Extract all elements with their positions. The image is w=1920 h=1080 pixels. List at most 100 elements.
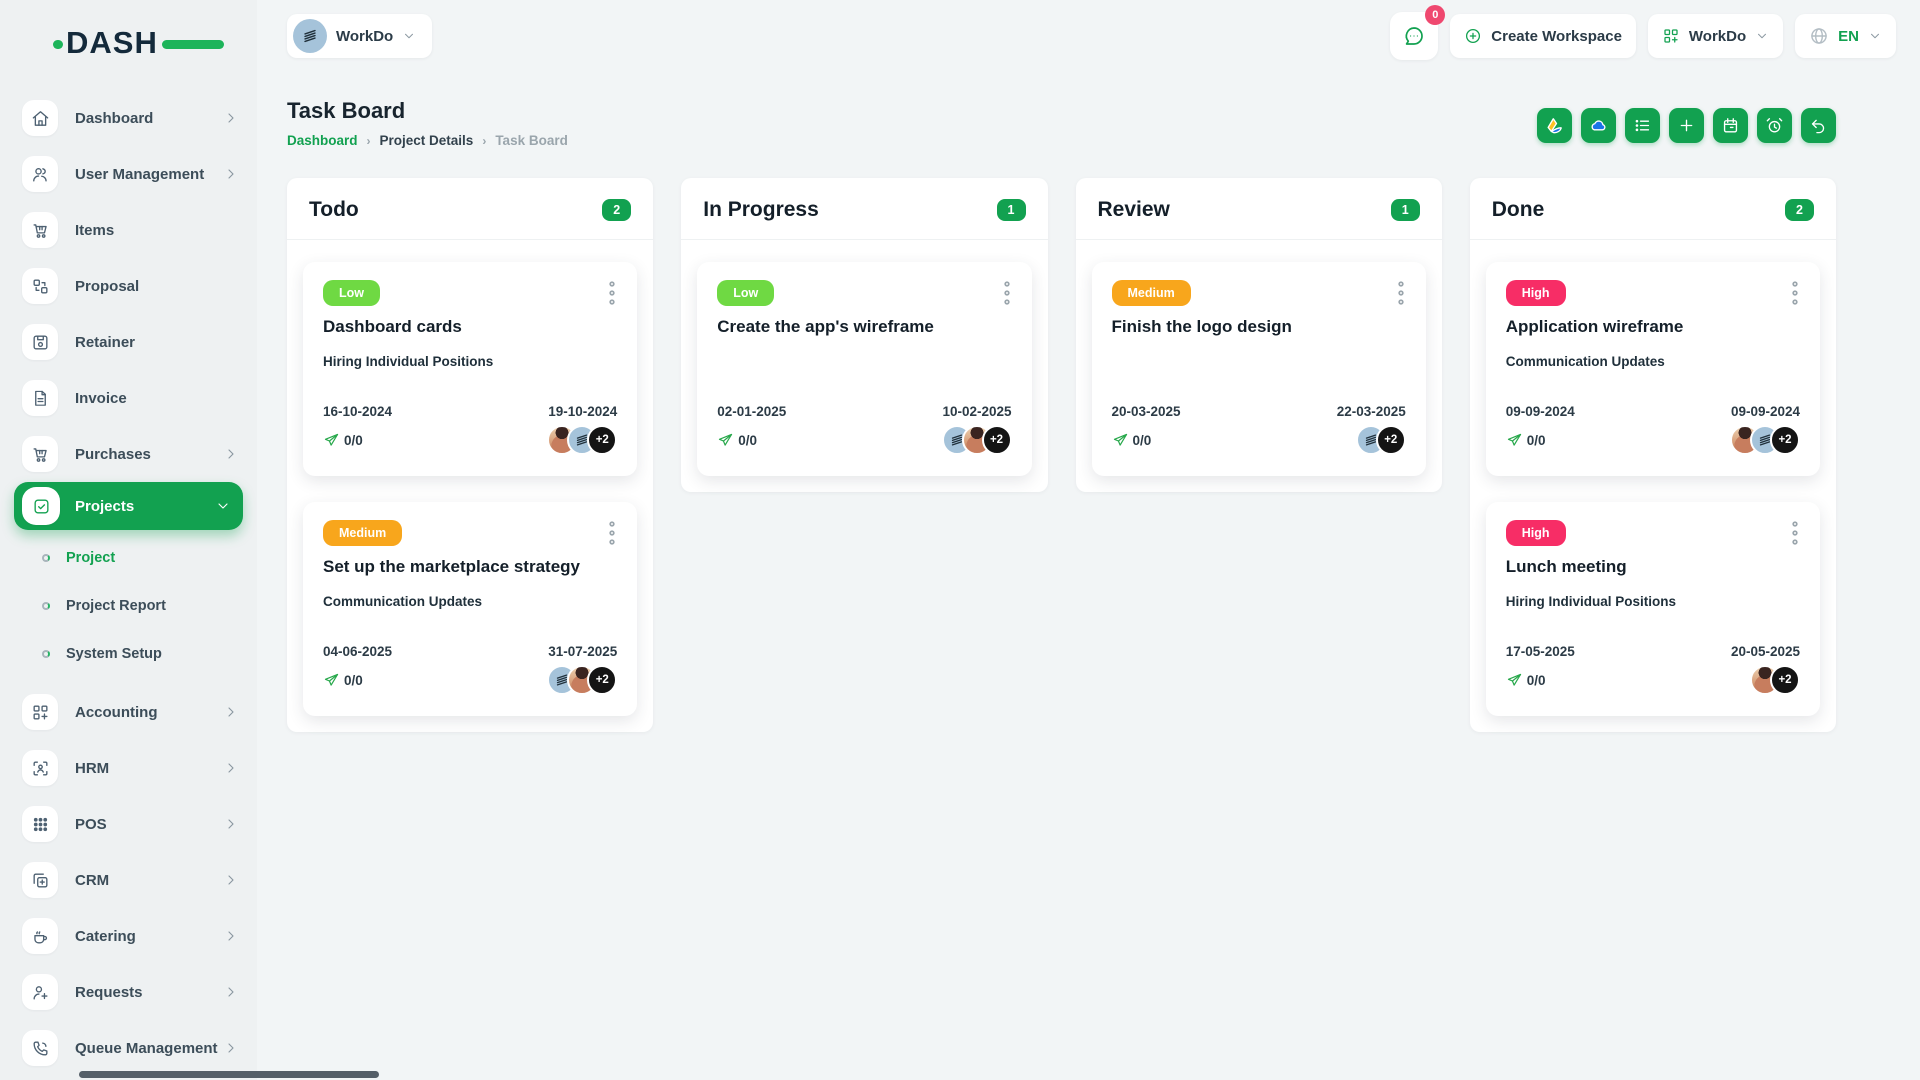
one-drive-button[interactable] xyxy=(1581,108,1616,143)
sidebar-subitem-label: Project xyxy=(66,550,116,566)
task-card-lunch-meeting[interactable]: High Lunch meeting Hiring Individual Pos… xyxy=(1485,502,1820,716)
sidebar-subitem-project-report[interactable]: Project Report xyxy=(0,582,257,630)
kanban-column-done: Done 2 High Application wireframe Commun… xyxy=(1469,178,1836,732)
avatar-more[interactable]: +2 xyxy=(1770,665,1800,695)
sidebar-item-accounting[interactable]: Accounting xyxy=(0,684,257,740)
card-menu-kebab-icon[interactable] xyxy=(603,520,621,546)
sidebar-item-label: Requests xyxy=(75,983,143,1001)
send-icon xyxy=(323,432,340,449)
file-icon xyxy=(22,380,58,416)
send-icon xyxy=(1506,432,1523,449)
sidebar-menu: Dashboard User Management Items Proposal… xyxy=(0,90,257,1076)
sidebar-item-label: Queue Management xyxy=(75,1039,218,1057)
breadcrumb-separator: › xyxy=(366,133,371,148)
card-menu-kebab-icon[interactable] xyxy=(998,280,1016,306)
breadcrumb-project-details[interactable]: Project Details xyxy=(380,133,474,148)
timer-button[interactable] xyxy=(1757,108,1792,143)
avatar-more[interactable]: +2 xyxy=(587,665,618,695)
task-start-date: 20-03-2025 xyxy=(1111,404,1181,419)
back-button[interactable] xyxy=(1801,108,1836,143)
chat-icon xyxy=(1402,24,1426,48)
card-menu-kebab-icon[interactable] xyxy=(603,280,621,306)
card-menu-kebab-icon[interactable] xyxy=(1392,280,1410,306)
sidebar-item-label: Purchases xyxy=(75,445,151,463)
avatar-more[interactable]: +2 xyxy=(587,425,618,455)
sidebar-item-label: POS xyxy=(75,815,107,833)
task-end-date: 31-07-2025 xyxy=(548,644,618,659)
globe-icon xyxy=(1809,26,1829,46)
breadcrumb: Dashboard › Project Details › Task Board xyxy=(287,133,568,148)
add-task-button[interactable] xyxy=(1669,108,1704,143)
sidebar-subitem-project[interactable]: Project xyxy=(0,534,257,582)
sidebar-item-projects[interactable]: Projects xyxy=(14,482,243,530)
task-title: Application wireframe xyxy=(1505,317,1684,336)
bullet-icon xyxy=(42,554,50,562)
topbar: WorkDo 0 Create Workspace WorkDo EN xyxy=(257,0,1920,72)
sidebar-submenu: Project Project Report System Setup xyxy=(0,530,257,684)
logo-dash-bar xyxy=(162,40,224,49)
task-card-create-the-app-s-wireframe[interactable]: Low Create the app's wireframe 02-01-202… xyxy=(697,262,1032,476)
task-progress: 0/0 xyxy=(323,432,363,449)
sidebar-subitem-system-setup[interactable]: System Setup xyxy=(0,630,257,678)
chevron-right-icon xyxy=(223,872,239,888)
avatar-more[interactable]: +2 xyxy=(981,425,1012,455)
home-icon xyxy=(22,100,58,136)
sidebar-item-purchases[interactable]: Purchases xyxy=(0,426,257,482)
sidebar-item-invoice[interactable]: Invoice xyxy=(0,370,257,426)
task-progress: 0/0 xyxy=(717,432,757,449)
sidebar-item-label: User Management xyxy=(75,165,205,183)
priority-badge: Medium xyxy=(1111,280,1191,306)
column-title: Todo xyxy=(309,198,359,221)
list-icon xyxy=(1633,116,1652,135)
messenger-button[interactable]: 0 xyxy=(1390,5,1446,60)
sidebar-item-requests[interactable]: Requests xyxy=(0,964,257,1020)
sidebar-item-hrm[interactable]: HRM xyxy=(0,740,257,796)
sidebar-item-user-management[interactable]: User Management xyxy=(0,146,257,202)
send-icon xyxy=(323,672,340,689)
task-end-date: 22-03-2025 xyxy=(1336,404,1406,419)
main-content: Task Board Dashboard › Project Details ›… xyxy=(257,72,1920,1080)
task-milestone: Hiring Individual Positions xyxy=(1505,594,1677,609)
task-card-finish-the-logo-design[interactable]: Medium Finish the logo design 20-03-2025… xyxy=(1091,262,1426,476)
task-progress: 0/0 xyxy=(323,672,363,689)
column-count-badge: 1 xyxy=(996,199,1026,221)
send-icon xyxy=(1506,672,1523,689)
chevron-right-icon xyxy=(223,816,239,832)
avatar-more[interactable]: +2 xyxy=(1770,425,1800,455)
workspace-name: WorkDo xyxy=(336,27,394,45)
task-card-dashboard-cards[interactable]: Low Dashboard cards Hiring Individual Po… xyxy=(303,262,638,476)
users-icon xyxy=(22,156,58,192)
create-workspace-button[interactable]: Create Workspace xyxy=(1450,14,1636,58)
sidebar-item-crm[interactable]: CRM xyxy=(0,852,257,908)
card-menu-kebab-icon[interactable] xyxy=(1786,280,1804,306)
avatar-more[interactable]: +2 xyxy=(1375,425,1406,455)
card-menu-kebab-icon[interactable] xyxy=(1786,520,1804,546)
list-view-button[interactable] xyxy=(1625,108,1660,143)
sidebar-item-dashboard[interactable]: Dashboard xyxy=(0,90,257,146)
calendar-button[interactable] xyxy=(1713,108,1748,143)
undo-icon xyxy=(1809,116,1828,135)
task-start-date: 09-09-2024 xyxy=(1505,404,1575,419)
task-progress-count: 0/0 xyxy=(1526,672,1546,688)
language-selector[interactable]: EN xyxy=(1795,14,1896,58)
task-card-application-wireframe[interactable]: High Application wireframe Communication… xyxy=(1485,262,1820,476)
workdo-apps-menu[interactable]: WorkDo xyxy=(1647,14,1784,58)
sidebar-item-proposal[interactable]: Proposal xyxy=(0,258,257,314)
sidebar-item-catering[interactable]: Catering xyxy=(0,908,257,964)
sidebar-item-pos[interactable]: POS xyxy=(0,796,257,852)
sidebar-item-items[interactable]: Items xyxy=(0,202,257,258)
column-cards: Low Create the app's wireframe 02-01-202… xyxy=(681,240,1047,492)
scan-user-icon xyxy=(22,750,58,786)
plus-icon xyxy=(1677,116,1696,135)
page-scrollbar-thumb[interactable] xyxy=(79,1071,379,1078)
sidebar-item-label: HRM xyxy=(75,759,110,777)
kanban-board: Todo 2 Low Dashboard cards Hiring Indivi… xyxy=(287,178,1836,732)
brand-logo[interactable]: DASH xyxy=(53,26,224,60)
chevron-right-icon xyxy=(223,984,239,1000)
task-card-set-up-the-marketplace-strategy[interactable]: Medium Set up the marketplace strategy C… xyxy=(303,502,638,716)
sidebar-item-retainer[interactable]: Retainer xyxy=(0,314,257,370)
sidebar-item-queue-management[interactable]: Queue Management xyxy=(0,1020,257,1076)
breadcrumb-dashboard[interactable]: Dashboard xyxy=(287,133,358,148)
google-drive-button[interactable] xyxy=(1537,108,1572,143)
workspace-selector[interactable]: WorkDo xyxy=(287,14,433,58)
